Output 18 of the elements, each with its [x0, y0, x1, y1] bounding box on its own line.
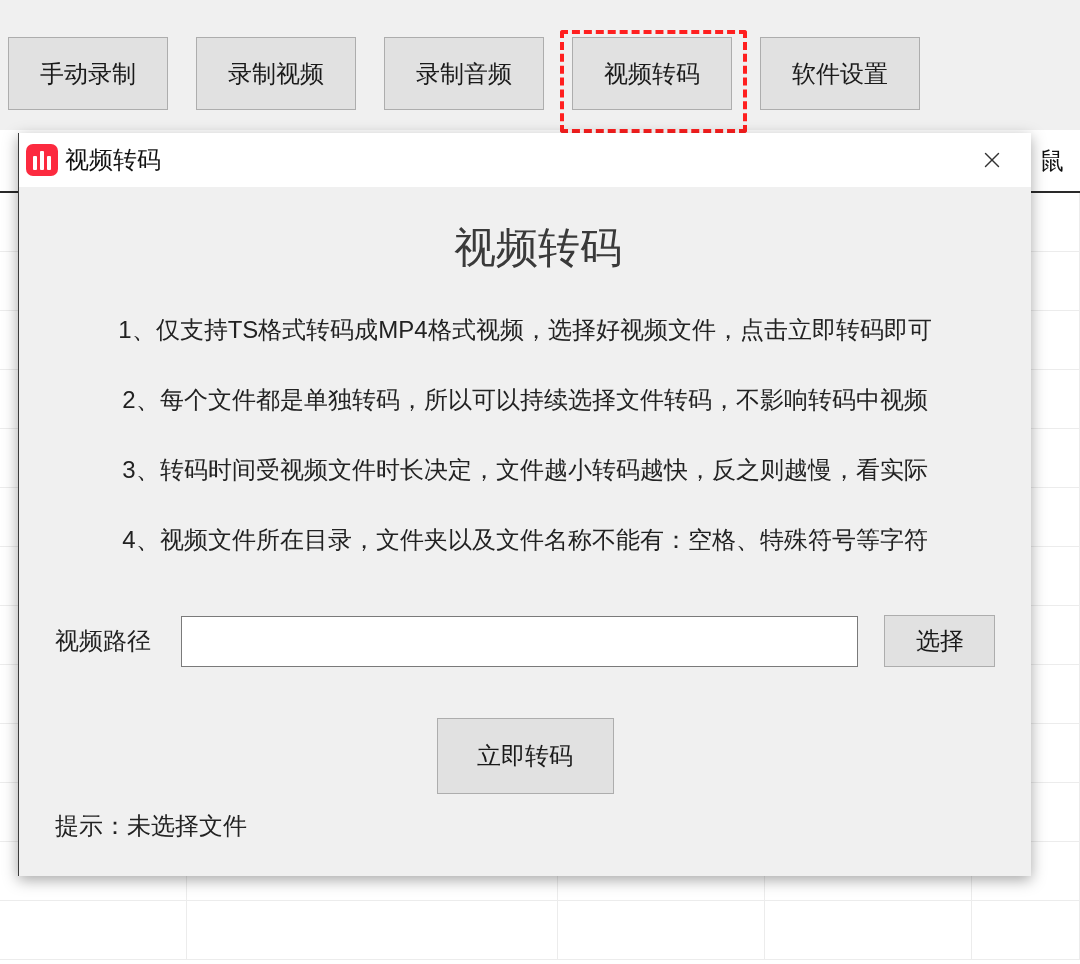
- toolbar-button[interactable]: 视频转码: [572, 37, 732, 110]
- toolbar-button[interactable]: 录制音频: [384, 37, 544, 110]
- status-text: 提示：未选择文件: [55, 812, 247, 840]
- field-label: 视频路径: [55, 626, 152, 656]
- window-title: 视频转码: [65, 145, 161, 175]
- toolbar-button[interactable]: 软件设置: [760, 37, 920, 110]
- instruction-text: 4、视频文件所在目录，文件夹以及文件名称不能有：空格、特殊符号等字符: [122, 525, 928, 555]
- path-input[interactable]: [181, 615, 858, 667]
- convert-button[interactable]: 立即转码: [436, 718, 614, 794]
- browse-button[interactable]: 选择: [884, 615, 995, 667]
- toolbar-button[interactable]: 录制视频: [196, 37, 356, 110]
- instruction-text: 1、仅支持TS格式转码成MP4格式视频，选择好视频文件，点击立即转码即可: [118, 315, 932, 345]
- app-logo-icon: [26, 144, 58, 176]
- column-header: 鼠: [1040, 145, 1064, 176]
- instruction-text: 3、转码时间受视频文件时长决定，文件越小转码越快，反之则越慢，看实际: [122, 455, 928, 485]
- instruction-text: 2、每个文件都是单独转码，所以可以持续选择文件转码，不影响转码中视频: [122, 385, 928, 415]
- toolbar-button[interactable]: 手动录制: [8, 37, 168, 110]
- dialog-heading: 视频转码: [454, 225, 622, 271]
